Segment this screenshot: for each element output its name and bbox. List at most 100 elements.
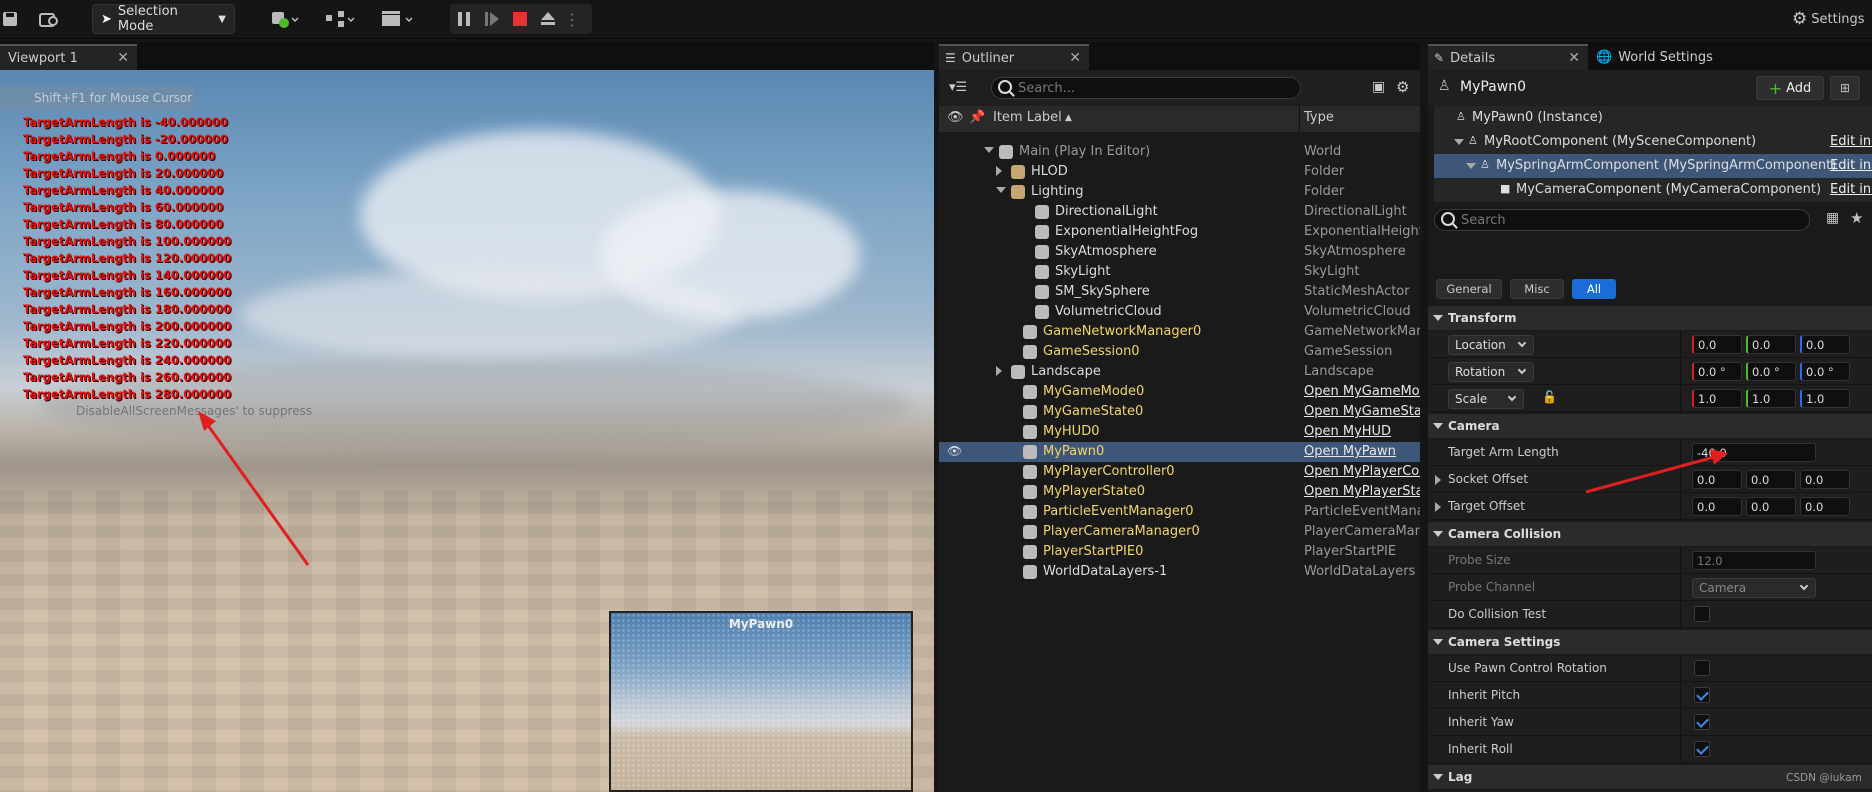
selection-mode-dropdown[interactable]: ➤ Selection Mode ▼ bbox=[92, 4, 235, 34]
target-offset-x-field[interactable]: 0.0 bbox=[1692, 497, 1742, 516]
filter-misc[interactable]: Misc bbox=[1510, 279, 1564, 299]
content-browser-icon[interactable] bbox=[36, 4, 62, 34]
step-icon[interactable] bbox=[478, 4, 506, 34]
component-row[interactable]: ■ MyCameraComponent (MyCameraComponent) Ed… bbox=[1434, 178, 1872, 202]
property-matrix-icon[interactable]: ▦ bbox=[1826, 210, 1839, 226]
more-options-icon[interactable]: ⋮ bbox=[562, 4, 582, 34]
target-offset-y-field[interactable]: 0.0 bbox=[1746, 497, 1796, 516]
rotation-z-field[interactable]: 0.0 ° bbox=[1800, 362, 1850, 381]
do-collision-test-checkbox[interactable] bbox=[1694, 606, 1710, 622]
open-blueprint-link[interactable]: Open MyPlayerController bbox=[1304, 464, 1420, 479]
inherit-pitch-checkbox[interactable] bbox=[1694, 687, 1710, 703]
outliner-row[interactable]: MyGameState0 Open MyGameState bbox=[939, 402, 1420, 422]
scale-dropdown[interactable]: Scale bbox=[1448, 389, 1524, 409]
outliner-search-input[interactable]: Search... bbox=[991, 77, 1301, 99]
save-icon[interactable] bbox=[0, 4, 20, 34]
rotation-dropdown[interactable]: Rotation bbox=[1448, 362, 1534, 382]
scale-z-field[interactable]: 1.0 bbox=[1800, 389, 1850, 408]
outliner-row[interactable]: VolumetricCloud VolumetricCloud bbox=[939, 302, 1420, 322]
tab-outliner[interactable]: ☰ Outliner ✕ bbox=[939, 44, 1089, 70]
use-pawn-control-rotation-checkbox[interactable] bbox=[1694, 660, 1710, 676]
outliner-row[interactable]: Landscape Landscape bbox=[939, 362, 1420, 382]
location-y-field[interactable]: 0.0 bbox=[1746, 335, 1796, 354]
filter-general[interactable]: General bbox=[1436, 279, 1502, 299]
tab-details[interactable]: ✎ Details ✕ bbox=[1428, 44, 1588, 70]
rotation-x-field[interactable]: 0.0 ° bbox=[1692, 362, 1742, 381]
inherit-roll-checkbox[interactable] bbox=[1694, 741, 1710, 757]
close-icon[interactable]: ✕ bbox=[1069, 50, 1081, 66]
outliner-row[interactable]: 👁 MyPawn0 Open MyPawn bbox=[939, 442, 1420, 462]
cinematics-icon[interactable] bbox=[376, 4, 418, 34]
outliner-row[interactable]: MyGameMode0 Open MyGameMode bbox=[939, 382, 1420, 402]
blueprint-options-icon[interactable]: ⊞ bbox=[1830, 76, 1860, 100]
blueprint-icon[interactable] bbox=[320, 4, 360, 34]
pause-icon[interactable] bbox=[450, 4, 478, 34]
column-item-label[interactable]: Item Label bbox=[993, 110, 1062, 125]
filter-icon[interactable]: ▾☰ bbox=[949, 80, 967, 95]
tab-viewport-1[interactable]: Viewport 1 ✕ bbox=[0, 44, 137, 70]
edit-in-cpp-link[interactable]: Edit in C++ bbox=[1830, 182, 1872, 197]
expand-down-icon[interactable] bbox=[1454, 139, 1464, 145]
visibility-icon[interactable]: 👁 bbox=[947, 110, 964, 125]
outliner-row[interactable]: ParticleEventManager0 ParticleEventManage… bbox=[939, 502, 1420, 522]
open-blueprint-link[interactable]: Open MyGameMode bbox=[1304, 384, 1420, 399]
outliner-row[interactable]: Main (Play In Editor) World bbox=[939, 142, 1420, 162]
expand-down-icon[interactable] bbox=[1466, 163, 1476, 169]
outliner-row[interactable]: GameNetworkManager0 GameNetworkManager bbox=[939, 322, 1420, 342]
open-blueprint-link[interactable]: Open MyPlayerState bbox=[1304, 484, 1420, 499]
eye-icon[interactable]: 👁 bbox=[947, 444, 962, 458]
open-blueprint-link[interactable]: Open MyGameState bbox=[1304, 404, 1420, 419]
stop-icon[interactable] bbox=[506, 4, 534, 34]
outliner-row[interactable]: PlayerCameraManager0 PlayerCameraManager bbox=[939, 522, 1420, 542]
outliner-row[interactable]: SM_SkySphere StaticMeshActor bbox=[939, 282, 1420, 302]
outliner-row[interactable]: WorldDataLayers-1 WorldDataLayers bbox=[939, 562, 1420, 582]
outliner-row[interactable]: HLOD Folder bbox=[939, 162, 1420, 182]
settings-button[interactable]: ⚙ Settings bbox=[1792, 4, 1872, 34]
pin-icon[interactable]: 📌 bbox=[969, 110, 985, 125]
expand-down-icon[interactable] bbox=[984, 147, 994, 153]
add-component-button[interactable]: + Add bbox=[1756, 76, 1824, 100]
expand-down-icon[interactable] bbox=[996, 187, 1006, 193]
outliner-row[interactable]: GameSession0 GameSession bbox=[939, 342, 1420, 362]
section-camera[interactable]: Camera bbox=[1428, 414, 1872, 438]
add-actor-icon[interactable] bbox=[266, 4, 304, 34]
gear-icon[interactable]: ⚙ bbox=[1396, 78, 1409, 96]
inherit-yaw-checkbox[interactable] bbox=[1694, 714, 1710, 730]
outliner-row[interactable]: SkyAtmosphere SkyAtmosphere bbox=[939, 242, 1420, 262]
outliner-row[interactable]: Lighting Folder bbox=[939, 182, 1420, 202]
scale-y-field[interactable]: 1.0 bbox=[1746, 389, 1796, 408]
expand-right-icon[interactable] bbox=[996, 166, 1002, 176]
edit-in-cpp-link[interactable]: Edit in C++ bbox=[1830, 158, 1872, 173]
scale-x-field[interactable]: 1.0 bbox=[1692, 389, 1742, 408]
outliner-row[interactable]: MyPlayerState0 Open MyPlayerState bbox=[939, 482, 1420, 502]
outliner-row[interactable]: PlayerStartPIE0 PlayerStartPIE bbox=[939, 542, 1420, 562]
socket-offset-z-field[interactable]: 0.0 bbox=[1800, 470, 1850, 489]
lock-icon[interactable]: 🔓 bbox=[1542, 390, 1557, 404]
star-icon[interactable]: ★ bbox=[1850, 209, 1863, 227]
close-icon[interactable]: ✕ bbox=[117, 50, 129, 66]
level-viewport[interactable]: Shift+F1 for Mouse Cursor TargetArmLengt… bbox=[0, 70, 934, 792]
details-search-input[interactable]: Search bbox=[1434, 209, 1810, 231]
outliner-row[interactable]: MyPlayerController0 Open MyPlayerControll… bbox=[939, 462, 1420, 482]
column-type[interactable]: Type bbox=[1304, 110, 1334, 125]
eject-icon[interactable] bbox=[534, 4, 562, 34]
location-x-field[interactable]: 0.0 bbox=[1692, 335, 1742, 354]
location-dropdown[interactable]: Location bbox=[1448, 335, 1534, 355]
open-blueprint-link[interactable]: Open MyPawn bbox=[1304, 444, 1420, 459]
outliner-row[interactable]: SkyLight SkyLight bbox=[939, 262, 1420, 282]
close-icon[interactable]: ✕ bbox=[1568, 50, 1580, 66]
tab-world-settings[interactable]: 🌐 World Settings bbox=[1590, 44, 1750, 70]
component-row[interactable]: ♙ MySpringArmComponent (MySpringArmCompon… bbox=[1434, 154, 1872, 178]
component-row[interactable]: ♙ MyRootComponent (MySceneComponent) Edit … bbox=[1434, 130, 1872, 154]
section-camera-settings[interactable]: Camera Settings bbox=[1428, 630, 1872, 654]
component-row[interactable]: ♙ MyPawn0 (Instance) bbox=[1434, 106, 1872, 130]
section-camera-collision[interactable]: Camera Collision bbox=[1428, 522, 1872, 546]
socket-offset-y-field[interactable]: 0.0 bbox=[1746, 470, 1796, 489]
new-folder-icon[interactable]: ▣ bbox=[1372, 79, 1385, 95]
rotation-y-field[interactable]: 0.0 ° bbox=[1746, 362, 1796, 381]
section-transform[interactable]: Transform bbox=[1428, 306, 1872, 330]
open-blueprint-link[interactable]: Open MyHUD bbox=[1304, 424, 1420, 439]
outliner-row[interactable]: MyHUD0 Open MyHUD bbox=[939, 422, 1420, 442]
filter-all[interactable]: All bbox=[1572, 279, 1616, 299]
target-offset-z-field[interactable]: 0.0 bbox=[1800, 497, 1850, 516]
